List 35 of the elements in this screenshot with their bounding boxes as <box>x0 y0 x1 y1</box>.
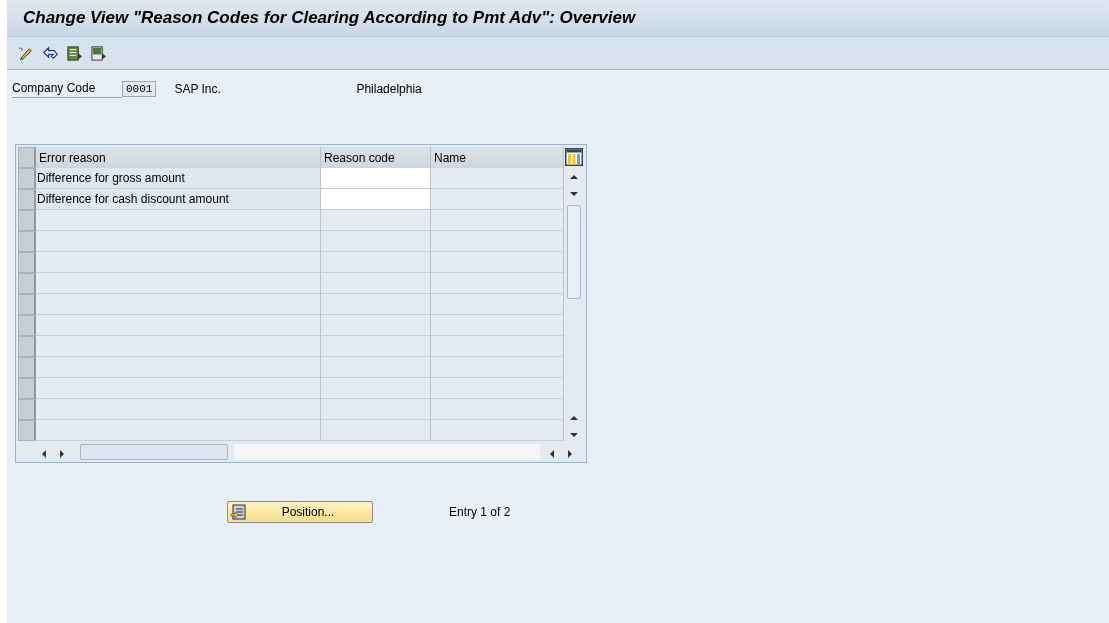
city-name: Philadelphia <box>356 82 422 96</box>
list-icon <box>230 504 246 520</box>
row-selector[interactable] <box>18 420 36 441</box>
column-header[interactable]: Name <box>431 147 564 168</box>
company-name: SAP Inc. <box>174 82 222 96</box>
row-selector[interactable] <box>18 189 36 210</box>
row-selector[interactable] <box>18 168 36 189</box>
reason-code-field[interactable] <box>321 168 431 189</box>
select-all-cell[interactable] <box>18 147 36 168</box>
scrollbar-thumb[interactable] <box>567 205 581 299</box>
column-settings-icon[interactable] <box>565 148 583 166</box>
reason-code-field[interactable] <box>321 189 431 210</box>
table-cell: Difference for gross amount <box>36 168 321 189</box>
row-selector[interactable] <box>18 231 36 252</box>
row-selector[interactable] <box>18 357 36 378</box>
pencil-icon[interactable] <box>18 44 35 62</box>
row-selector[interactable] <box>18 273 36 294</box>
scrollbar-thumb[interactable] <box>80 443 228 460</box>
position-button[interactable]: Position... <box>227 501 373 523</box>
row-selector[interactable] <box>18 378 36 399</box>
company-code-field[interactable]: 0001 <box>122 81 157 97</box>
undo-arrow-icon[interactable] <box>42 44 59 62</box>
document-icon[interactable] <box>90 44 107 62</box>
column-header[interactable]: Error reason <box>36 147 321 168</box>
row-selector[interactable] <box>18 294 36 315</box>
entry-info: Entry 1 of 2 <box>449 505 511 519</box>
row-selector[interactable] <box>18 315 36 336</box>
table-cell: Difference for cash discount amount <box>36 189 321 210</box>
window-title: Change View "Reason Codes for Clearing According to Pmt Adv": Overview <box>23 8 636 28</box>
row-selector[interactable] <box>18 399 36 420</box>
document-icon[interactable] <box>66 44 83 62</box>
row-selector[interactable] <box>18 252 36 273</box>
column-header[interactable]: Reason code <box>321 147 431 168</box>
row-selector[interactable] <box>18 336 36 357</box>
row-selector[interactable] <box>18 210 36 231</box>
